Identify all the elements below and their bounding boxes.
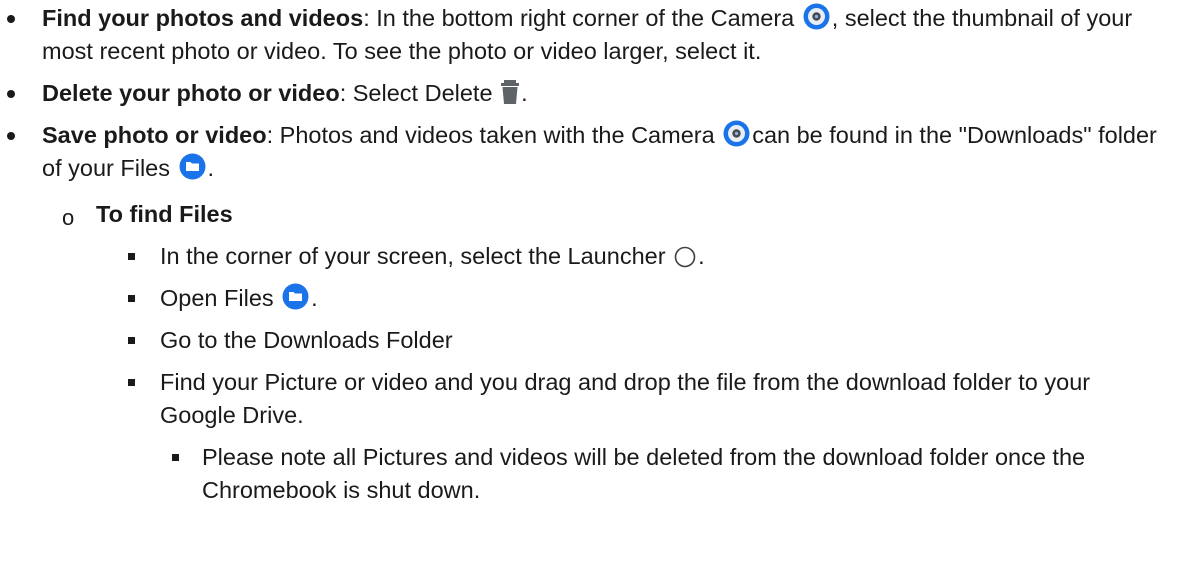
item-title: Delete your photo or video xyxy=(42,80,340,106)
note-text: Please note all Pictures and videos will… xyxy=(202,444,1086,503)
bullet-dot xyxy=(7,132,15,140)
camera-icon xyxy=(803,3,830,30)
bullet-square xyxy=(128,253,135,260)
step-text: Find your Picture or video and you drag … xyxy=(160,369,1091,428)
step-item-open-files: Open Files . xyxy=(0,282,1163,315)
item-text: . xyxy=(207,155,215,181)
launcher-icon xyxy=(674,246,696,268)
note-item: Please note all Pictures and videos will… xyxy=(0,441,1163,507)
item-text: . xyxy=(521,80,528,106)
bullet-square xyxy=(128,379,135,386)
bullet-square xyxy=(128,295,135,302)
list-item-save: Save photo or video: Photos and videos t… xyxy=(0,119,1163,185)
camera-icon xyxy=(723,120,750,147)
step-item-launcher: In the corner of your screen, select the… xyxy=(0,240,1163,273)
step-text: . xyxy=(311,285,318,311)
sub-heading: To find Files xyxy=(96,201,233,227)
document: Find your photos and videos: In the bott… xyxy=(0,0,1187,585)
bullet-square xyxy=(128,337,135,344)
files-icon xyxy=(282,283,309,310)
step-text: . xyxy=(698,243,705,269)
list-item-delete: Delete your photo or video: Select Delet… xyxy=(0,77,1163,110)
sub-heading-to-find-files: o To find Files xyxy=(0,198,1187,231)
step-item-downloads-folder: Go to the Downloads Folder xyxy=(0,324,1163,357)
bullet-square xyxy=(172,454,179,461)
item-text: : Select Delete xyxy=(339,80,500,106)
bullet-dot xyxy=(7,90,15,98)
item-title: Save photo or video xyxy=(42,122,267,148)
list-item-find-photos: Find your photos and videos: In the bott… xyxy=(0,2,1163,68)
item-text: : Photos and videos taken with the Camer… xyxy=(266,122,722,148)
trash-icon xyxy=(501,80,520,105)
bullet-circle: o xyxy=(62,205,75,230)
item-title: Find your photos and videos xyxy=(42,5,364,31)
step-item-drag-drop: Find your Picture or video and you drag … xyxy=(0,366,1163,432)
step-text: Go to the Downloads Folder xyxy=(160,327,453,353)
files-icon xyxy=(179,153,206,180)
step-text: In the corner of your screen, select the… xyxy=(160,243,673,269)
bullet-dot xyxy=(7,15,15,23)
step-text: Open Files xyxy=(160,285,281,311)
item-text: : In the bottom right corner of the Came… xyxy=(363,5,801,31)
